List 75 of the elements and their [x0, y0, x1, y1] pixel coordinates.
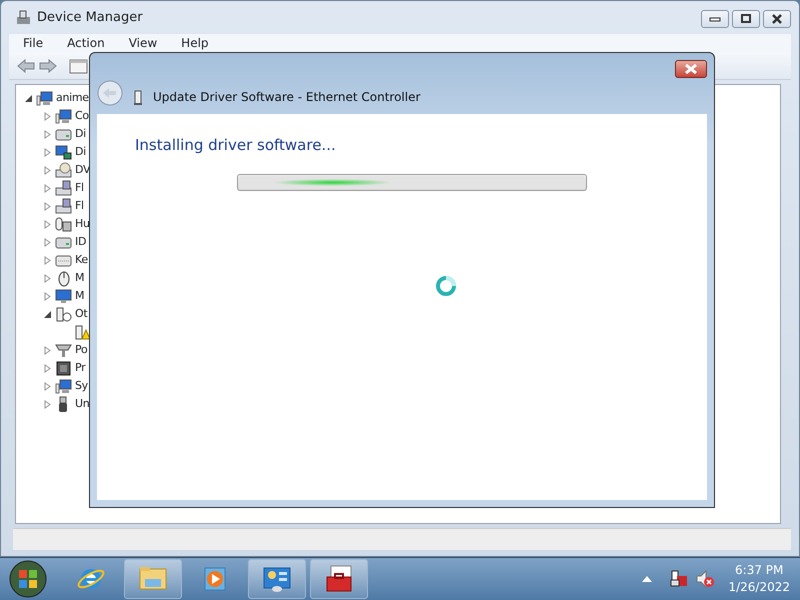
warning-device-icon [74, 324, 91, 340]
close-button[interactable] [675, 60, 707, 78]
expand-icon[interactable] [43, 346, 52, 354]
tree-item[interactable]: Sy [75, 378, 88, 394]
expand-icon[interactable] [43, 148, 52, 156]
dialog-title: Update Driver Software - Ethernet Controller [153, 89, 420, 106]
processor-icon [55, 360, 72, 376]
expand-icon[interactable] [43, 130, 52, 138]
forward-icon[interactable] [39, 58, 57, 74]
device-manager-icon [15, 10, 31, 26]
close-icon [684, 64, 698, 74]
tree-item[interactable]: Ke [75, 252, 88, 268]
expand-icon[interactable] [43, 184, 52, 192]
expand-icon[interactable] [43, 238, 52, 246]
taskbar-button[interactable] [248, 559, 306, 599]
expand-icon[interactable] [43, 256, 52, 264]
maximize-icon [740, 14, 752, 24]
tree-item[interactable]: Di [75, 144, 86, 160]
show-hidden-icons-icon[interactable] [642, 576, 652, 582]
back-icon[interactable] [17, 58, 35, 74]
maximize-button[interactable] [732, 10, 760, 28]
tree-item[interactable]: Co [75, 108, 89, 124]
dvd-drive-icon [55, 162, 72, 178]
close-icon [771, 14, 783, 24]
tree-item[interactable]: M [75, 288, 84, 304]
collapse-icon[interactable] [43, 310, 52, 318]
installing-heading: Installing driver software... [135, 135, 337, 156]
network-error-icon[interactable] [670, 570, 688, 588]
network-adapter-icon [133, 90, 143, 106]
menu-item[interactable]: Help [167, 34, 219, 52]
tree-item[interactable]: Di [75, 126, 86, 142]
tree-item[interactable]: Po [75, 342, 88, 358]
port-icon [55, 342, 72, 358]
expand-icon[interactable] [43, 274, 52, 282]
monitor-icon [55, 288, 72, 304]
expand-icon[interactable] [43, 112, 52, 120]
menu-item[interactable]: View [114, 34, 168, 52]
start-button[interactable] [8, 559, 48, 599]
tree-item[interactable]: anime [56, 90, 89, 106]
busy-spinner-icon [435, 274, 457, 296]
unknown-device-icon [55, 306, 72, 322]
tree-item[interactable]: M [75, 270, 84, 286]
computer-icon [55, 108, 72, 124]
expand-icon[interactable] [43, 202, 52, 210]
tree-item[interactable]: ID [75, 234, 86, 250]
taskbar-button[interactable] [310, 559, 368, 599]
close-button[interactable] [763, 10, 791, 28]
computer-icon [55, 378, 72, 394]
menu-item[interactable]: Action [53, 34, 115, 52]
floppy-drive-icon [55, 198, 72, 214]
muted-speaker-icon[interactable] [696, 570, 714, 588]
minimize-icon [709, 16, 721, 22]
computer-icon [36, 90, 53, 106]
input-device-icon [55, 216, 72, 232]
floppy-drive-icon [55, 180, 72, 196]
expand-icon[interactable] [43, 364, 52, 372]
clock[interactable]: 6:37 PM 1/26/2022 [728, 562, 790, 596]
display-adapter-icon [55, 144, 72, 160]
properties-icon[interactable] [69, 58, 89, 74]
window-title: Device Manager [37, 8, 143, 27]
tree-item[interactable]: Fl [75, 180, 84, 196]
expand-icon[interactable] [43, 166, 52, 174]
expand-icon[interactable] [43, 220, 52, 228]
tree-item[interactable]: Fl [75, 198, 84, 214]
expand-icon[interactable] [43, 400, 52, 408]
expand-icon[interactable] [43, 382, 52, 390]
back-icon[interactable] [97, 80, 123, 106]
minimize-button[interactable] [701, 10, 729, 28]
tree-item[interactable]: Hu [75, 216, 90, 232]
expand-icon[interactable] [43, 292, 52, 300]
collapse-icon[interactable] [24, 94, 33, 102]
tree-item[interactable]: Pr [75, 360, 86, 376]
tree-item[interactable]: Ot [75, 306, 88, 322]
tree-item[interactable]: Un [75, 396, 90, 412]
menu-item[interactable]: File [9, 34, 54, 52]
